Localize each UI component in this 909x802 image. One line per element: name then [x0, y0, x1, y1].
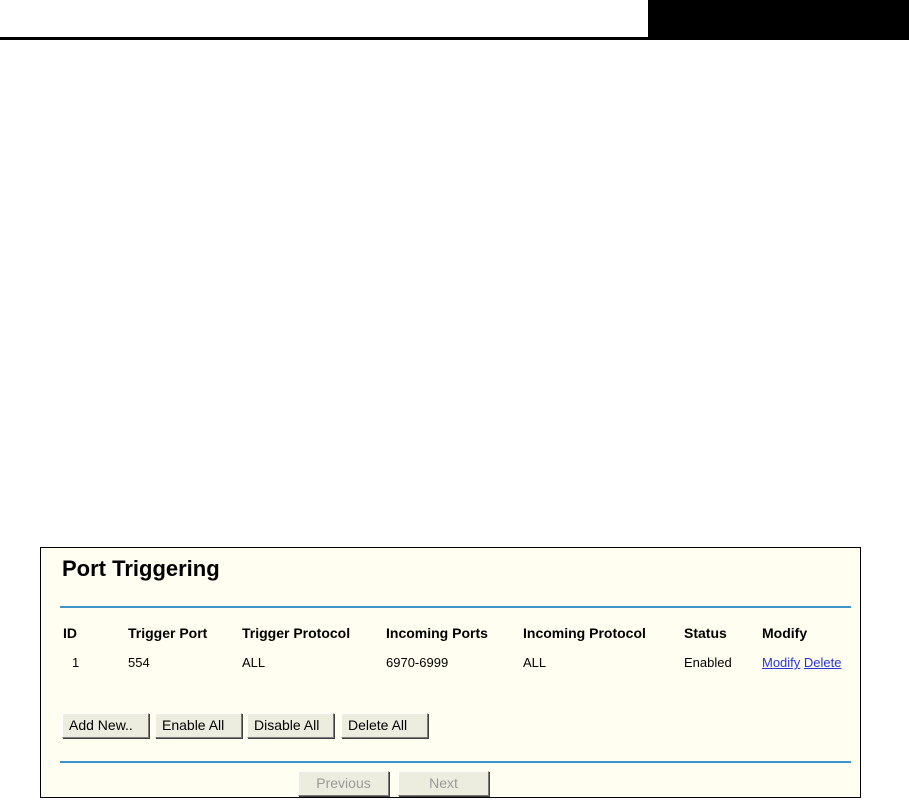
column-header-trigger-port: Trigger Port	[128, 625, 208, 641]
delete-all-button[interactable]: Delete All	[341, 713, 428, 738]
disable-all-button[interactable]: Disable All	[247, 713, 334, 738]
modify-link[interactable]: Modify	[762, 655, 800, 670]
top-divider	[60, 606, 851, 608]
header-rule	[0, 37, 909, 40]
column-header-trigger-protocol: Trigger Protocol	[242, 625, 351, 641]
cell-trigger-protocol: ALL	[242, 655, 266, 670]
cell-id: 1	[72, 655, 80, 670]
previous-button[interactable]: Previous	[298, 771, 389, 796]
cell-incoming-protocol: ALL	[523, 655, 547, 670]
bottom-divider	[60, 761, 851, 763]
page-title: Port Triggering	[62, 556, 220, 581]
port-triggering-panel: Port Triggering ID Trigger Port Trigger …	[40, 547, 861, 798]
header-block	[648, 0, 909, 38]
column-header-incoming-ports: Incoming Ports	[386, 625, 488, 641]
delete-link[interactable]: Delete	[804, 655, 842, 670]
column-header-id: ID	[63, 625, 77, 641]
column-header-incoming-protocol: Incoming Protocol	[523, 625, 646, 641]
enable-all-button[interactable]: Enable All	[155, 713, 242, 738]
column-header-modify: Modify	[762, 625, 808, 641]
next-button[interactable]: Next	[398, 771, 489, 796]
add-new-button[interactable]: Add New..	[62, 713, 149, 738]
cell-incoming-ports: 6970-6999	[386, 655, 449, 670]
cell-status: Enabled	[684, 655, 732, 670]
cell-actions: Modify Delete	[762, 655, 842, 670]
cell-trigger-port: 554	[128, 655, 150, 670]
column-header-status: Status	[684, 625, 727, 641]
